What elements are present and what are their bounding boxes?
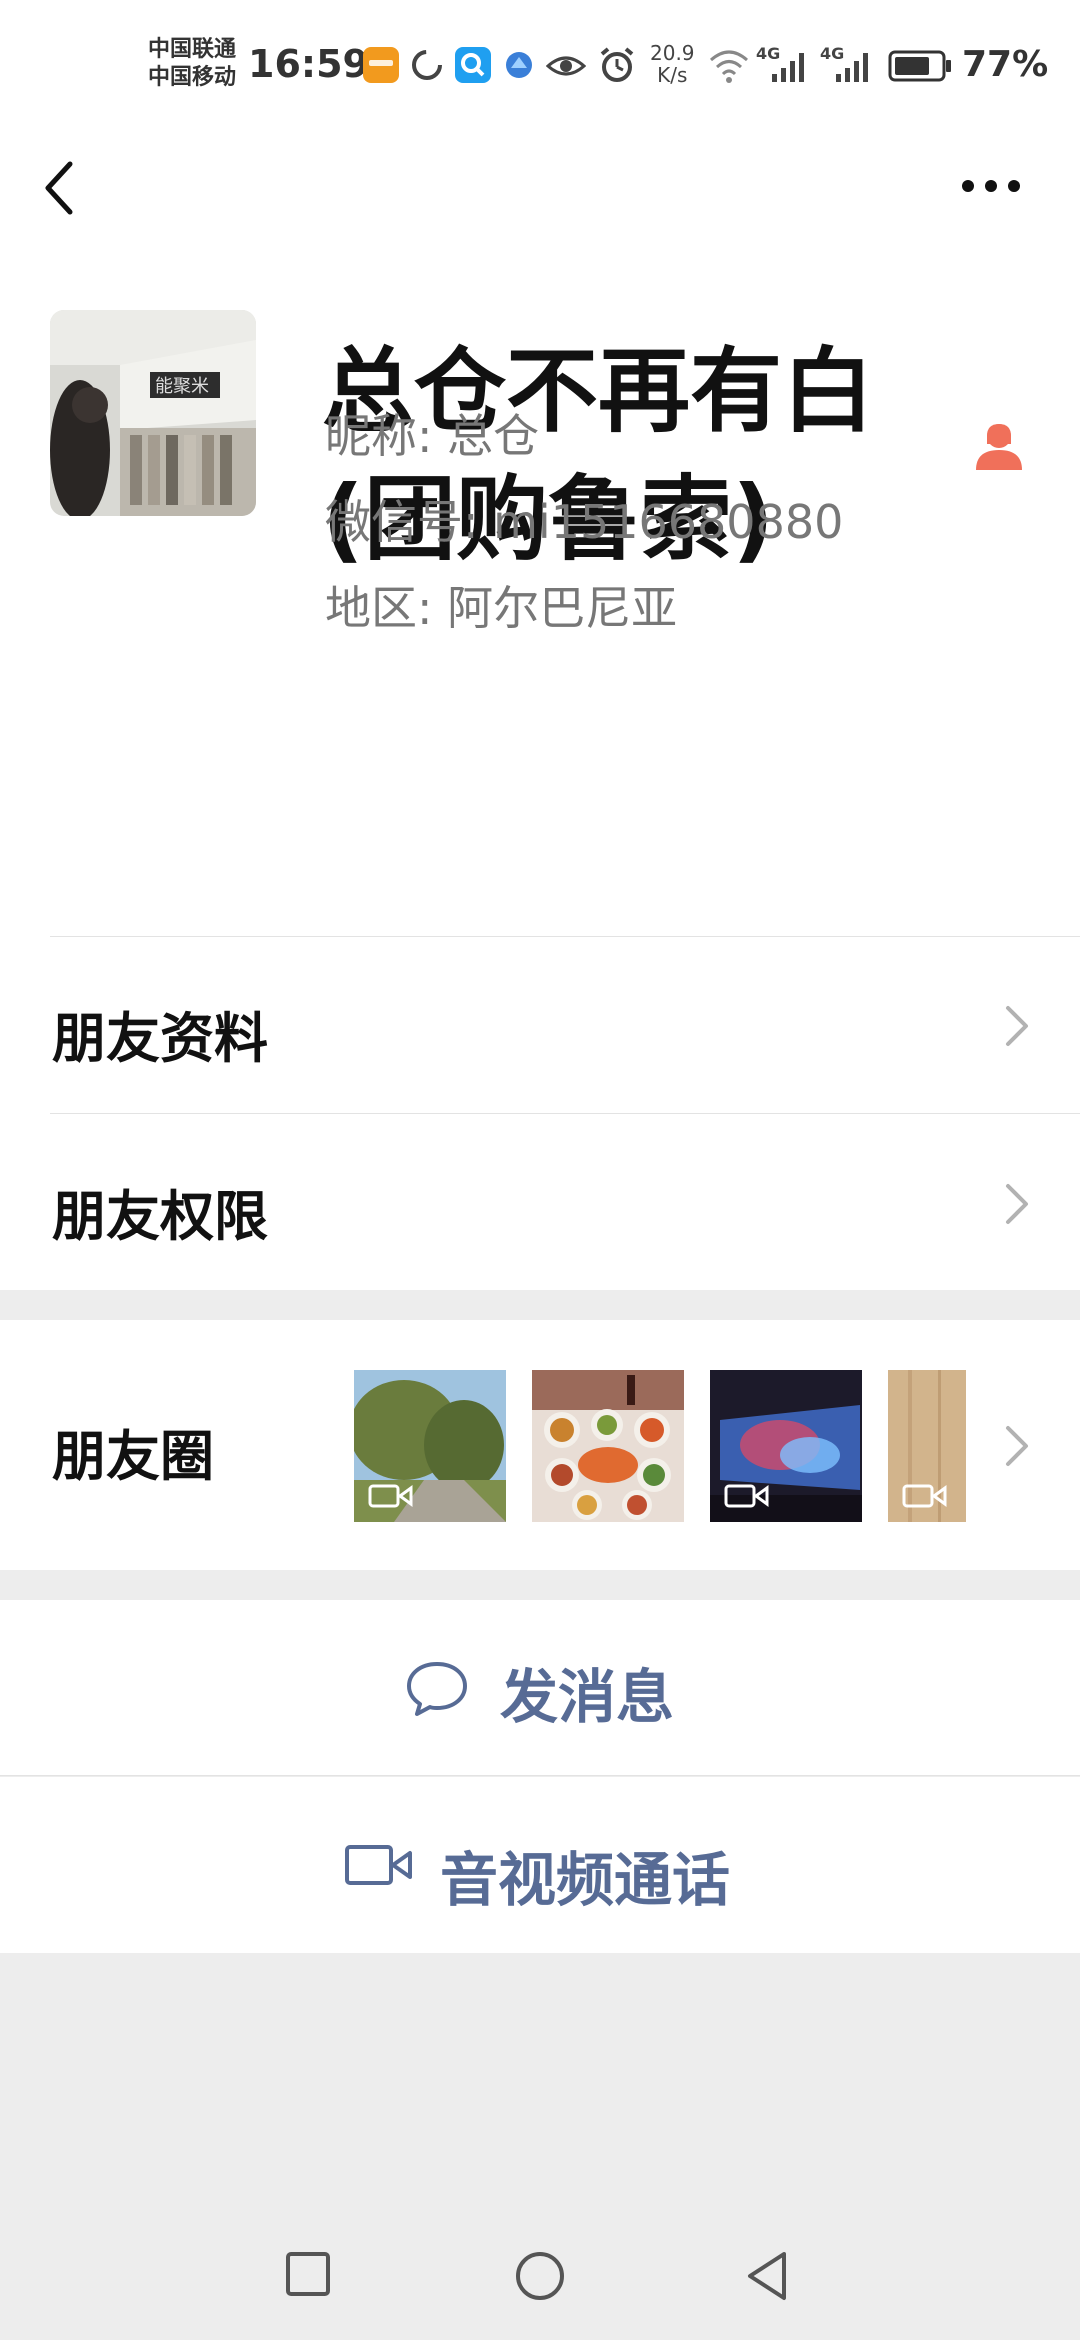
loading-ring-icon <box>412 50 442 80</box>
send-message-label: 发消息 <box>500 1663 675 1731</box>
female-icon <box>976 424 1022 470</box>
friend-profile-row[interactable]: 朋友资料 <box>0 938 1080 1114</box>
more-options-icon[interactable] <box>958 176 1024 196</box>
back-nav-icon[interactable] <box>744 2250 792 2302</box>
wechat-id[interactable]: 微信号: mi1516680880 <box>325 486 843 552</box>
wifi-icon <box>710 50 748 83</box>
clock: 16:59 <box>248 42 369 86</box>
friend-profile-label: 朋友资料 <box>52 1007 268 1070</box>
chevron-right-icon <box>1006 1006 1028 1046</box>
moment-thumbnail[interactable] <box>532 1370 684 1522</box>
region: 地区: 阿尔巴尼亚 <box>325 581 678 635</box>
video-camera-icon <box>345 1845 412 1885</box>
chevron-right-icon <box>1006 1184 1028 1224</box>
carrier-labels: 中国联通 中国移动 <box>148 36 236 92</box>
divider <box>0 1775 1080 1776</box>
friend-permissions-label: 朋友权限 <box>52 1185 268 1248</box>
top-navigation <box>0 130 1080 240</box>
feast-photo <box>532 1370 684 1522</box>
moment-thumbnail[interactable] <box>354 1370 506 1522</box>
carrier-1: 中国联通 <box>148 37 237 62</box>
network-speed: 20.9 K/s <box>650 42 695 86</box>
battery-percent: 77% <box>962 44 1049 85</box>
video-call-button[interactable]: 音视频通话 <box>0 1777 1080 1953</box>
signal-1-icon <box>772 53 804 82</box>
divider <box>50 936 1080 937</box>
profile-header: 能聚米 总仓不再有白 (团购鲁索) 昵称: 总仓 微信号: mi15166808… <box>0 240 1080 940</box>
back-icon[interactable] <box>40 158 80 218</box>
speed-unit: K/s <box>657 63 688 87</box>
speed-value: 20.9 <box>650 41 695 65</box>
moment-thumbnail[interactable] <box>888 1370 966 1522</box>
recent-apps-icon[interactable] <box>284 2250 332 2298</box>
send-message-button[interactable]: 发消息 <box>0 1600 1080 1776</box>
home-icon[interactable] <box>514 2250 566 2302</box>
status-bar: 中国联通 中国移动 16:59 20.9 K/s 4G 4G 77% <box>0 0 1080 130</box>
svg-text:能聚米: 能聚米 <box>155 376 209 397</box>
video-call-label: 音视频通话 <box>440 1846 731 1914</box>
chat-bubble-icon <box>407 1662 467 1716</box>
app-notification-icon <box>363 47 399 83</box>
alarm-icon <box>600 47 634 82</box>
signal-2-icon <box>836 53 868 82</box>
chevron-right-icon <box>1006 1426 1028 1466</box>
browser-icon <box>506 52 532 78</box>
friend-permissions-row[interactable]: 朋友权限 <box>0 1114 1080 1290</box>
moment-thumbnail[interactable] <box>710 1370 862 1522</box>
search-app-icon <box>455 47 491 83</box>
avatar[interactable]: 能聚米 <box>50 310 256 516</box>
moments-label: 朋友圈 <box>52 1425 214 1488</box>
battery-icon <box>888 50 951 82</box>
nickname: 昵称: 总仓 <box>325 409 540 463</box>
video-icon <box>368 1484 413 1508</box>
eye-icon <box>546 56 586 76</box>
moments-row[interactable]: 朋友圈 <box>0 1320 1080 1570</box>
carrier-2: 中国移动 <box>148 65 237 90</box>
contact-profile-page: 中国联通 中国移动 16:59 20.9 K/s 4G 4G 77% 能聚米 总… <box>0 0 1080 2340</box>
avatar-image: 能聚米 <box>50 310 256 516</box>
video-icon <box>902 1484 947 1508</box>
video-icon <box>724 1484 769 1508</box>
